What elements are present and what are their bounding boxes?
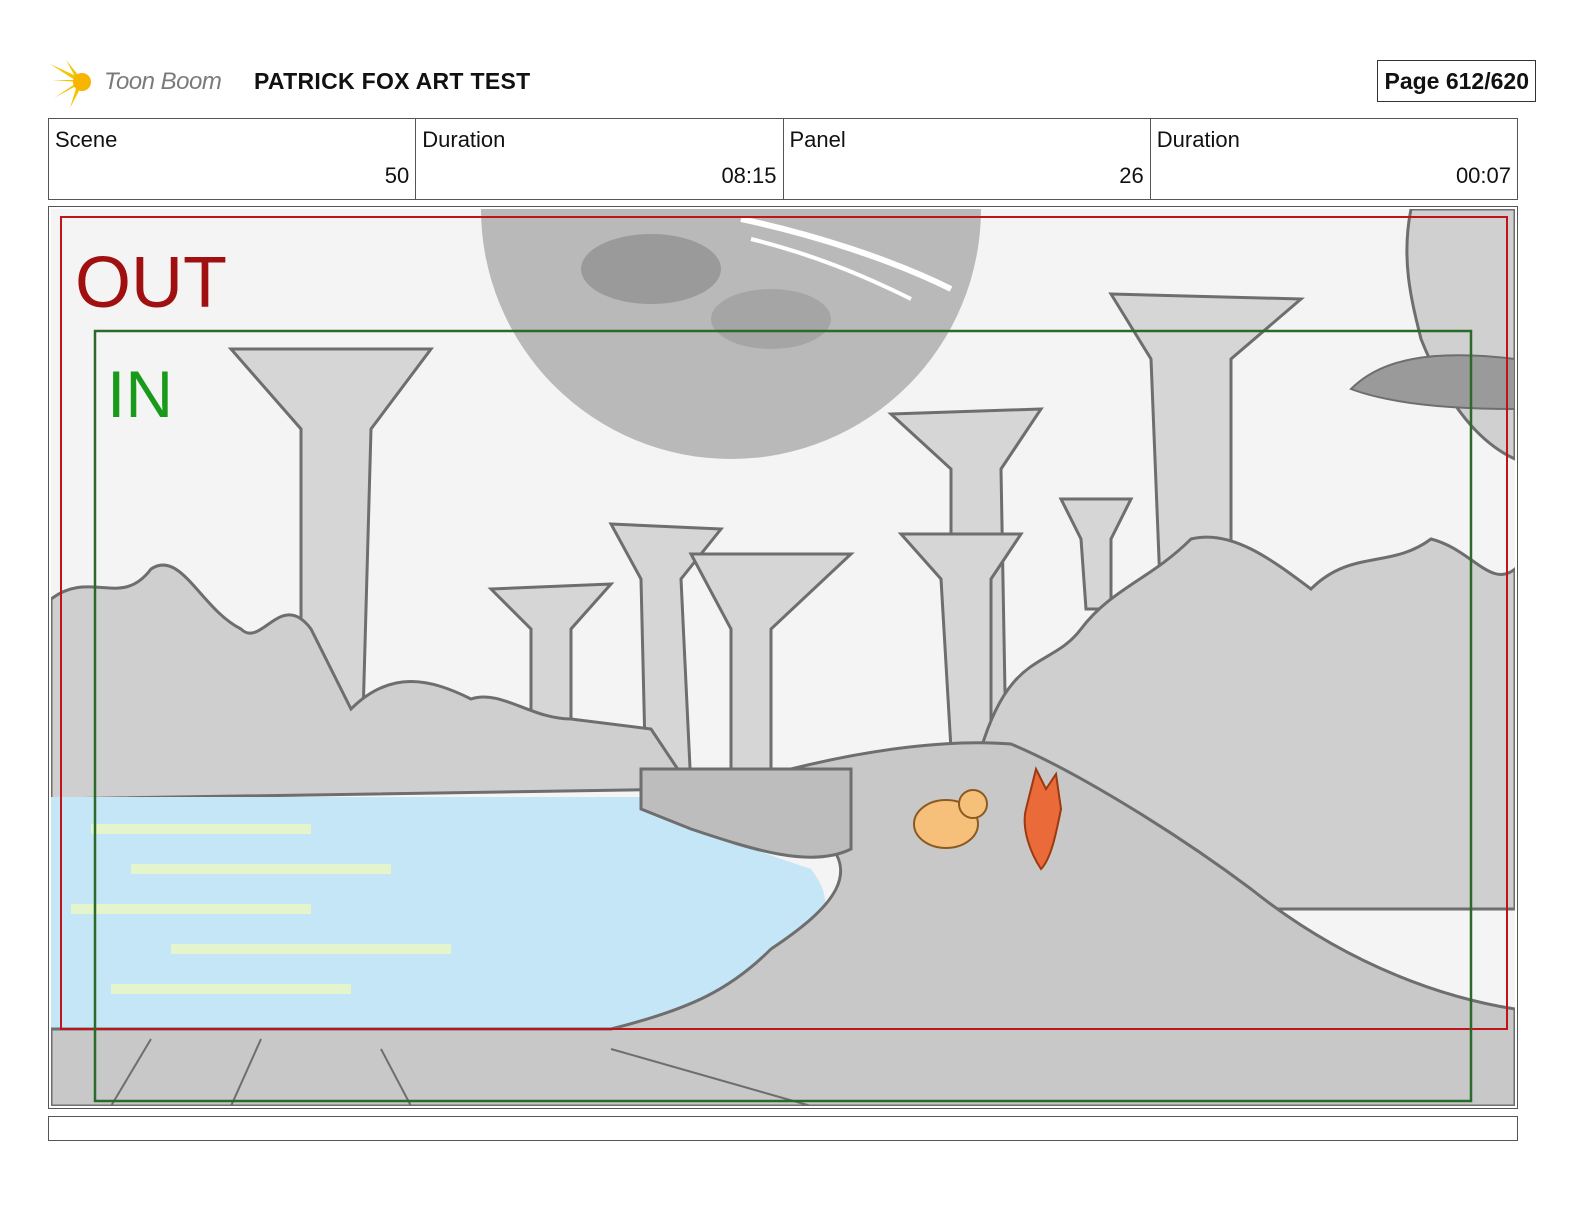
panel-duration-cell: Duration 00:07 [1151, 119, 1517, 199]
logo-text: Toon Boom [104, 68, 222, 95]
page-header: Toon Boom PATRICK FOX ART TEST Page 612/… [48, 50, 1536, 110]
scene-duration-value: 08:15 [721, 163, 777, 188]
project-title: PATRICK FOX ART TEST [254, 68, 531, 94]
panel-label: Panel [789, 127, 846, 152]
in-label: IN [107, 357, 173, 431]
scene-duration-label: Duration [422, 127, 506, 152]
scene-info-table: Scene 50 Duration 08:15 Panel 26 Duratio… [48, 118, 1518, 200]
scene-label: Scene [55, 127, 118, 152]
dialogue-box [48, 1116, 1518, 1141]
out-label: OUT [75, 243, 227, 323]
scene-duration-cell: Duration 08:15 [416, 119, 784, 199]
panel-cell: Panel 26 [784, 119, 1151, 199]
scene-value: 50 [384, 163, 410, 188]
scene-cell: Scene 50 [49, 119, 417, 199]
storyboard-panel: OUT IN [48, 206, 1518, 1109]
toon-boom-logo: Toon Boom [48, 54, 238, 110]
panel-artwork: OUT IN [51, 209, 1515, 1106]
panel-duration-label: Duration [1156, 127, 1240, 152]
panel-duration-value: 00:07 [1455, 163, 1511, 188]
page-number: Page 612/620 [1377, 60, 1536, 102]
panel-value: 26 [1119, 163, 1144, 188]
